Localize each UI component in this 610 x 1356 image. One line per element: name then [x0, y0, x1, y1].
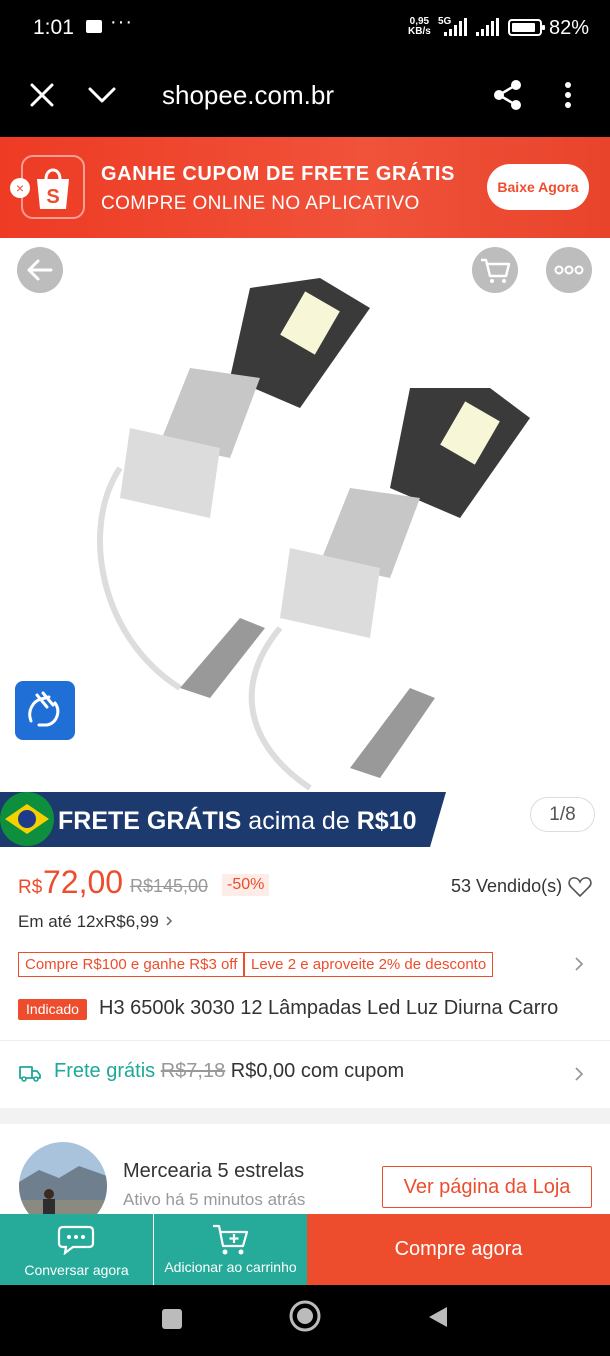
chevron-right-icon — [166, 916, 172, 926]
free-shipping-amount: R$10 — [356, 807, 417, 835]
shopping-bag-icon: S — [37, 168, 69, 209]
banner-close-button[interactable]: × — [10, 178, 30, 198]
free-shipping-text: FRETE GRÁTIS acima de R$10 — [58, 807, 416, 836]
shopee-logo: S — [21, 155, 85, 219]
url-text[interactable]: shopee.com.br — [162, 80, 334, 111]
free-shipping-bold: FRETE GRÁTIS — [58, 807, 242, 835]
recommended-tag: Indicado — [18, 999, 87, 1020]
sold-count: 53 Vendido(s) — [451, 876, 563, 896]
add-to-cart-button[interactable]: Adicionar ao carrinho — [154, 1214, 307, 1285]
chevron-right-icon[interactable] — [573, 956, 585, 972]
home-icon[interactable] — [289, 1300, 321, 1332]
shipping-old-price: R$7,18 — [160, 1060, 226, 1082]
share-icon[interactable] — [493, 79, 523, 111]
system-nav-bar — [0, 1285, 610, 1356]
divider — [0, 1040, 610, 1041]
shop-active-status: Ativo há 5 minutos atrás — [123, 1190, 306, 1209]
voucher-tag-1[interactable]: Compre R$100 e ganhe R$3 off — [18, 952, 245, 977]
signal-icon — [444, 18, 467, 36]
status-time: 1:01 — [33, 16, 74, 39]
back-nav-icon[interactable] — [427, 1305, 449, 1329]
status-more-dots: ··· — [110, 11, 133, 33]
product-title: H3 6500k 3030 12 Lâmpadas Led Luz Diurna… — [99, 997, 559, 1019]
more-vertical-icon[interactable] — [563, 81, 573, 111]
bottom-action-bar: Conversar agora Adicionar ao carrinho Co… — [0, 1214, 610, 1285]
free-shipping-label: acima de — [248, 807, 350, 835]
discount-badge: -50% — [222, 874, 270, 896]
original-price: R$145,00 — [130, 876, 209, 896]
app-promo-banner[interactable]: S × GANHE CUPOM DE FRETE GRÁTIS COMPRE O… — [0, 137, 610, 238]
more-options-button[interactable] — [546, 247, 592, 293]
signal-icon-2 — [476, 18, 499, 36]
price-value: 72,00 — [43, 864, 124, 900]
message-icon — [86, 20, 102, 33]
banner-headline: GANHE CUPOM DE FRETE GRÁTIS — [101, 163, 455, 185]
network-speed-unit: KB/s — [408, 26, 431, 37]
chat-label: Conversar agora — [24, 1262, 129, 1278]
browser-toolbar: shopee.com.br — [0, 56, 610, 137]
network-speed: 0,95 KB/s — [408, 17, 431, 37]
status-bar: 1:01 ··· 0,95 KB/s 5G 82% — [0, 0, 610, 56]
chevron-down-icon[interactable] — [88, 86, 116, 104]
sign-language-icon — [28, 691, 60, 727]
more-horizontal-icon — [554, 265, 584, 275]
battery-level: 82% — [549, 17, 590, 39]
price-currency: R$ — [18, 877, 43, 898]
installments-text: Em até 12xR$6,99 — [18, 912, 159, 931]
voucher-tag-2[interactable]: Leve 2 e aproveite 2% de desconto — [244, 952, 494, 977]
product-photo — [97, 278, 530, 790]
view-shop-button[interactable]: Ver página da Loja — [382, 1166, 592, 1208]
sign-language-button[interactable] — [15, 681, 75, 740]
close-icon[interactable] — [30, 83, 54, 107]
back-button[interactable] — [17, 247, 63, 293]
installments-link[interactable]: Em até 12xR$6,99 — [18, 912, 174, 932]
chat-icon — [57, 1225, 95, 1255]
chevron-right-icon[interactable] — [573, 1066, 585, 1082]
chat-button[interactable]: Conversar agora — [0, 1214, 153, 1285]
shop-name[interactable]: Mercearia 5 estrelas — [123, 1160, 304, 1183]
banner-subline: COMPRE ONLINE NO APLICATIVO — [101, 193, 420, 214]
shipping-new-price: R$0,00 com cupom — [230, 1060, 405, 1082]
truck-icon — [19, 1066, 41, 1082]
cart-button[interactable] — [472, 247, 518, 293]
arrow-left-icon — [27, 259, 53, 281]
recent-apps-icon[interactable] — [161, 1308, 183, 1330]
add-to-cart-label: Adicionar ao carrinho — [164, 1259, 297, 1275]
section-gap — [0, 1108, 610, 1124]
download-app-button[interactable]: Baixe Agora — [487, 164, 589, 210]
buy-now-button[interactable]: Compre agora — [307, 1214, 610, 1285]
cart-icon — [481, 258, 511, 283]
battery-icon — [508, 19, 545, 36]
shipping-label: Frete grátis — [54, 1060, 156, 1082]
shipping-row[interactable]: Frete grátis R$7,18 R$0,00 com cupom — [54, 1060, 404, 1083]
add-cart-icon — [213, 1224, 249, 1255]
image-pager: 1/8 — [530, 797, 595, 832]
free-shipping-strip: FRETE GRÁTIS acima de R$10 — [0, 792, 446, 847]
product-image-gallery[interactable] — [0, 238, 610, 790]
logo-letter: S — [46, 186, 59, 208]
heart-icon[interactable] — [568, 876, 592, 898]
